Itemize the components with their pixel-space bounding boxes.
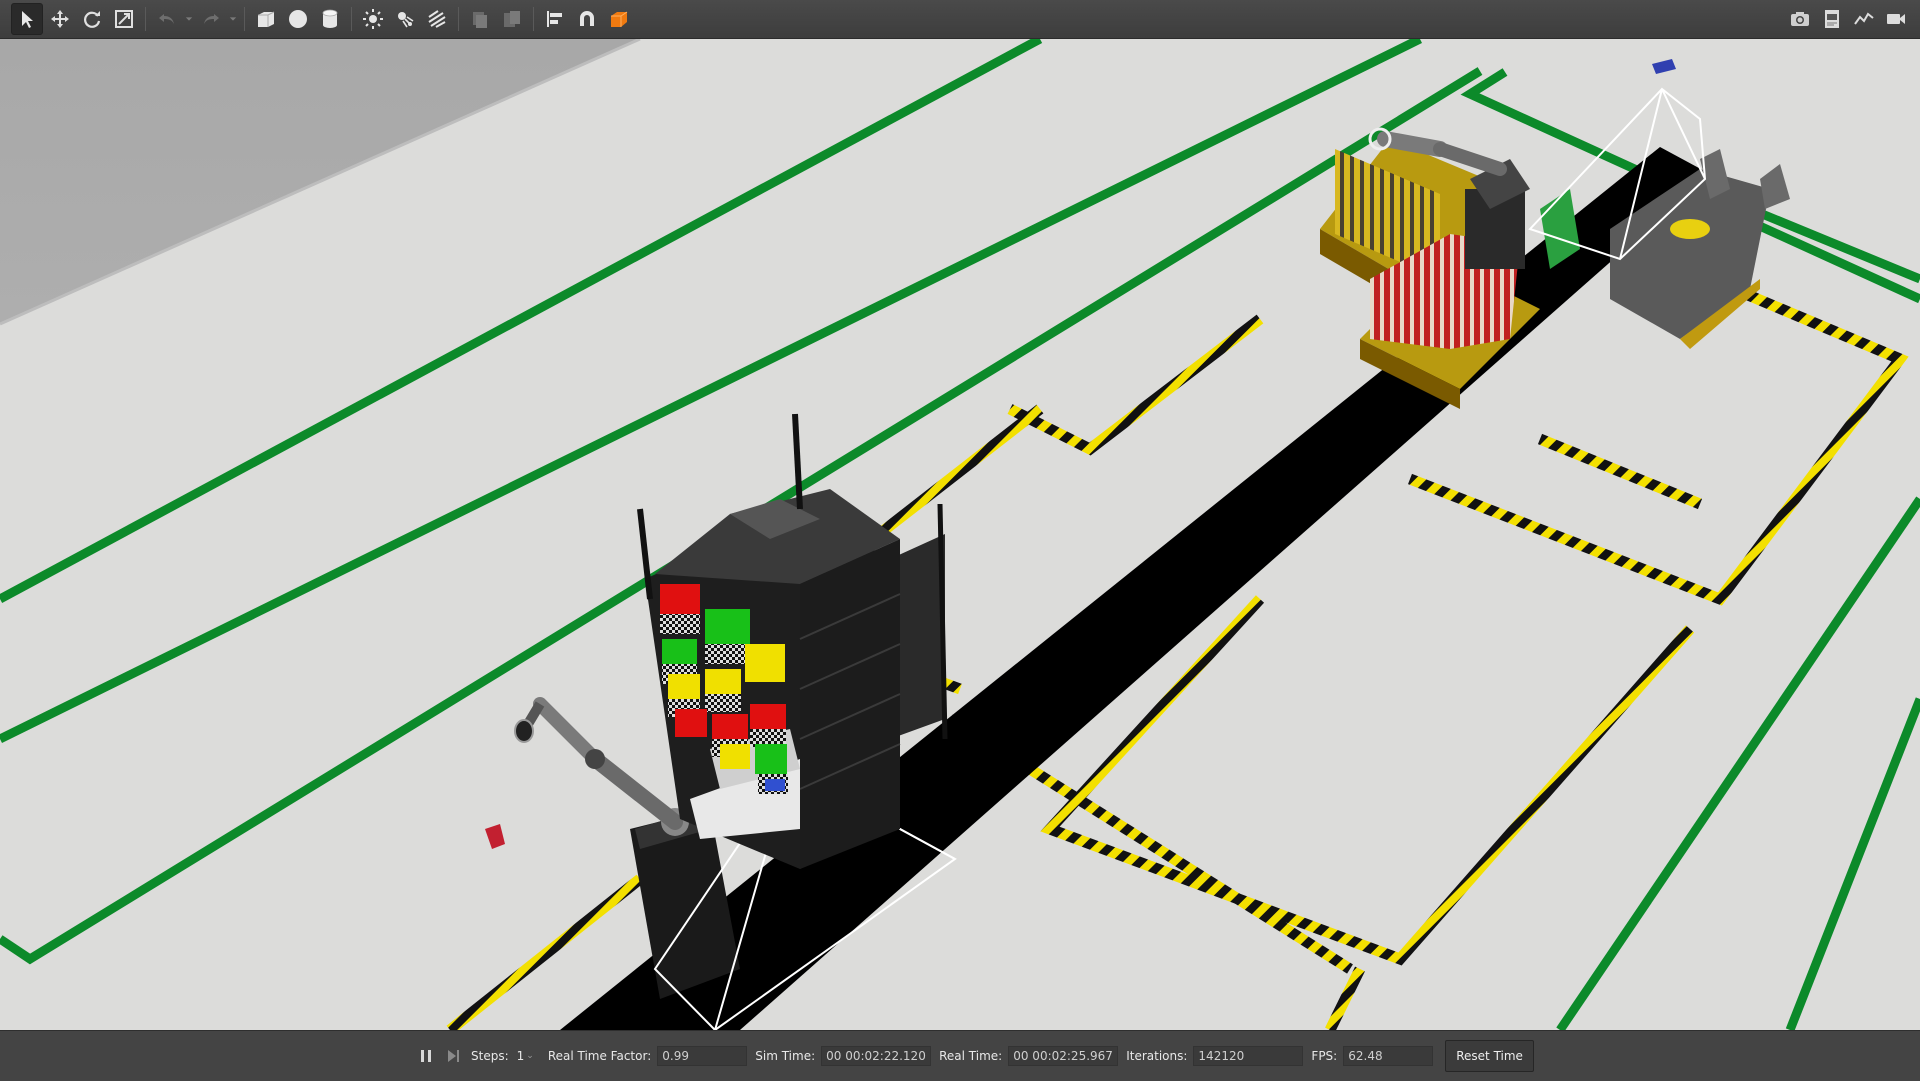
steps-spinbox[interactable]: 1: [517, 1049, 525, 1063]
sim-time-label: Sim Time:: [755, 1049, 816, 1063]
plot-icon[interactable]: [1849, 4, 1879, 34]
cylinder-icon[interactable]: [315, 4, 345, 34]
reset-time-button[interactable]: Reset Time: [1445, 1040, 1534, 1072]
fps-field: 62.48: [1343, 1046, 1434, 1066]
scale-icon[interactable]: [109, 4, 139, 34]
snap-icon[interactable]: [572, 4, 602, 34]
toolbar-separator: [145, 7, 146, 31]
translate-icon[interactable]: [45, 4, 75, 34]
log-icon[interactable]: [1817, 4, 1847, 34]
select-arrow-icon[interactable]: [11, 3, 43, 35]
rotate-icon[interactable]: [77, 4, 107, 34]
sim-time-field: 00 00:02:22.120: [821, 1046, 932, 1066]
status-bar: Steps: 1 ⌄ Real Time Factor: 0.99 Sim Ti…: [0, 1030, 1920, 1081]
redo-dropdown-icon[interactable]: [227, 4, 239, 34]
pause-icon: [421, 1050, 431, 1062]
point-light-icon[interactable]: [358, 4, 388, 34]
undo-icon[interactable]: [152, 4, 182, 34]
rtf-label: Real Time Factor:: [547, 1049, 652, 1063]
iterations-label: Iterations:: [1126, 1049, 1188, 1063]
toolbar-separator: [533, 7, 534, 31]
main-toolbar: [0, 0, 1920, 39]
pause-button[interactable]: [415, 1045, 437, 1067]
screenshot-icon[interactable]: [1785, 4, 1815, 34]
copy-icon[interactable]: [465, 4, 495, 34]
scene-viewport[interactable]: [0, 39, 1920, 1030]
redo-icon[interactable]: [196, 4, 226, 34]
view-angle-icon[interactable]: [604, 4, 634, 34]
sphere-icon[interactable]: [283, 4, 313, 34]
spot-light-icon[interactable]: [390, 4, 420, 34]
video-record-icon[interactable]: [1881, 4, 1911, 34]
rtf-field: 0.99: [657, 1046, 748, 1066]
directional-light-icon[interactable]: [422, 4, 452, 34]
real-time-label: Real Time:: [939, 1049, 1003, 1063]
steps-label: Steps:: [471, 1049, 509, 1063]
box-icon[interactable]: [251, 4, 281, 34]
fps-label: FPS:: [1311, 1049, 1338, 1063]
align-icon[interactable]: [540, 4, 570, 34]
toolbar-separator: [244, 7, 245, 31]
iterations-field: 142120: [1193, 1046, 1304, 1066]
scene-render: [0, 39, 1920, 1030]
real-time-field: 00 00:02:25.967: [1008, 1046, 1119, 1066]
step-button[interactable]: [443, 1045, 463, 1067]
paste-icon[interactable]: [497, 4, 527, 34]
toolbar-separator: [351, 7, 352, 31]
steps-spin-icon[interactable]: ⌄: [526, 1051, 534, 1061]
step-icon: [448, 1050, 459, 1062]
undo-dropdown-icon[interactable]: [183, 4, 195, 34]
toolbar-separator: [458, 7, 459, 31]
